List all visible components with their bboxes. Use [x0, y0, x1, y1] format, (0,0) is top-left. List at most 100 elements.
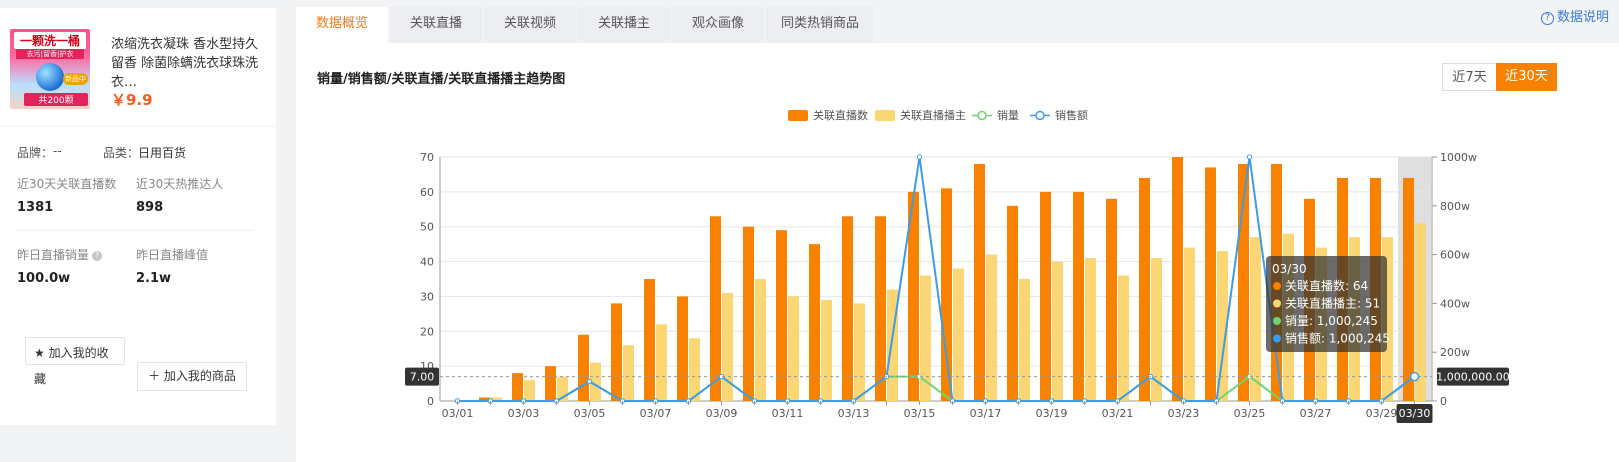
- crosshair-left-label: 7.00: [410, 371, 435, 384]
- tab-related-video[interactable]: 关联视频: [484, 7, 576, 43]
- y-right-tick-label: 200w: [1440, 346, 1470, 359]
- tooltip-dot: [1273, 282, 1281, 290]
- x-tick-label: 03/17: [970, 407, 1002, 420]
- x-crosshair-label: 03/30: [1399, 407, 1431, 420]
- y-left-tick-label: 0: [427, 395, 434, 408]
- legend-swatch: [788, 110, 808, 121]
- point-revenue: [487, 398, 494, 404]
- crosshair-right-label: 1,000,000.00: [1436, 371, 1509, 384]
- product-title[interactable]: 浓缩洗衣凝珠 香水型持久留香 除菌除螨洗衣球珠洗衣…: [111, 35, 267, 92]
- yesterday-sales-label: 昨日直播销量?: [17, 246, 103, 263]
- legend-label: 销量: [997, 108, 1019, 122]
- add-to-my-goods-button[interactable]: ＋ 加入我的商品: [137, 362, 247, 391]
- tooltip-row: 销量: 1,000,245: [1285, 314, 1378, 328]
- bar-live-anchor: [1217, 251, 1228, 401]
- point-sales: [784, 398, 791, 404]
- point-sales: [1213, 398, 1220, 404]
- point-sales: [1015, 398, 1022, 404]
- x-tick-label: 03/15: [904, 407, 936, 420]
- bar-live-anchor: [623, 345, 634, 401]
- point-sales: [1345, 398, 1352, 404]
- x-tick-label: 03/03: [508, 407, 540, 420]
- point-revenue: [883, 373, 890, 380]
- tab-overview[interactable]: 数据概览: [296, 7, 388, 43]
- point-sales: [751, 398, 758, 404]
- x-tick-label: 03/29: [1366, 407, 1398, 420]
- tooltip-dot: [1273, 334, 1281, 343]
- live-count-label: 近30天关联直播数: [17, 177, 117, 191]
- point-sales: [586, 378, 593, 385]
- y-left-tick-label: 50: [420, 221, 434, 234]
- tooltip-box: [1266, 256, 1387, 352]
- x-tick-label: 03/27: [1300, 407, 1332, 420]
- point-sales: [1081, 398, 1088, 404]
- legend-label: 销售额: [1055, 108, 1088, 122]
- point-revenue: [751, 398, 758, 404]
- point-revenue: [1081, 398, 1088, 404]
- point-sales: [916, 373, 923, 380]
- bar-live-anchor: [524, 380, 535, 401]
- tab-similar-hot-goods[interactable]: 同类热销商品: [766, 7, 874, 43]
- x-tick-label: 03/23: [1168, 407, 1200, 420]
- thumb-text-bottom: 共200颗: [24, 93, 88, 106]
- point-revenue: [949, 398, 956, 404]
- bar-live-count: [611, 303, 622, 401]
- product-sidebar: 一颗洗一桶 去污|留香|护衣 新品中 共200颗 浓缩洗衣凝珠 香水型持久留香 …: [0, 0, 276, 462]
- bar-live-count: [776, 230, 787, 401]
- bar-live-anchor: [1052, 261, 1063, 401]
- point-sales: [1048, 398, 1055, 404]
- product-image[interactable]: 一颗洗一桶 去污|留香|护衣 新品中 共200颗: [10, 29, 90, 109]
- bar-live-anchor: [1382, 237, 1393, 401]
- bar-live-anchor: [722, 292, 733, 401]
- fav-label-wrap: 藏: [34, 372, 47, 386]
- bar-live-anchor: [1349, 237, 1360, 401]
- point-sales: [619, 398, 626, 404]
- tab-related-anchor[interactable]: 关联播主: [578, 7, 670, 43]
- info-icon[interactable]: ?: [92, 251, 103, 261]
- brand-label: 品牌：: [17, 146, 54, 160]
- bar-live-count: [1106, 198, 1117, 401]
- product-stats: 品牌： -- 品类： 日用百货 近30天关联直播数 1381 近30天热推达人 …: [0, 127, 276, 338]
- bar-live-count: [479, 397, 490, 401]
- bar-live-anchor: [821, 299, 832, 401]
- y-left-tick-label: 10: [420, 360, 434, 373]
- crosshair-right-label-bg: [1437, 367, 1509, 386]
- bar-live-anchor: [1415, 223, 1426, 401]
- bar-live-count: [1172, 157, 1183, 401]
- bar-live-count: [1238, 163, 1249, 401]
- bar-live-count: [1007, 205, 1018, 401]
- point-revenue: [850, 398, 857, 404]
- bar-live-anchor: [1118, 275, 1129, 401]
- bar-live-count: [1073, 191, 1084, 401]
- tab-related-live[interactable]: 关联直播: [390, 7, 482, 43]
- point-sales: [850, 398, 857, 404]
- bar-live-count: [578, 334, 589, 401]
- range-30-days-button[interactable]: 近30天: [1496, 63, 1557, 91]
- bar-live-count: [1271, 163, 1282, 401]
- tab-audience-profile[interactable]: 观众画像: [672, 7, 764, 43]
- tooltip-dot: [1273, 317, 1281, 325]
- tooltip-row: 关联直播数: 64: [1285, 278, 1368, 293]
- bar-live-anchor: [755, 279, 766, 401]
- thumb-badge: 新品中: [63, 73, 88, 85]
- help-icon: ?: [1540, 12, 1554, 25]
- range-7-days-button[interactable]: 近7天: [1442, 63, 1496, 91]
- line-sales: [457, 375, 1416, 402]
- y-left-tick-label: 20: [420, 325, 434, 338]
- tooltip-row: 销售额: 1,000,245: [1285, 331, 1390, 346]
- category-value: 日用百货: [138, 146, 187, 160]
- y-left-tick-label: 60: [420, 186, 434, 199]
- fav-label: ★ 加入我的收: [34, 346, 109, 360]
- point-sales: [817, 398, 824, 404]
- bar-live-count: [1139, 177, 1150, 401]
- bar-live-anchor: [1184, 247, 1195, 401]
- add-to-favorites-button[interactable]: ★ 加入我的收 藏: [25, 337, 125, 386]
- data-help-link[interactable]: ? 数据说明: [1540, 6, 1609, 25]
- point-revenue: [982, 398, 989, 404]
- point-sales: [883, 373, 890, 380]
- point-revenue: [1246, 154, 1253, 160]
- point-revenue: [586, 378, 593, 385]
- yesterday-sales-value: 100.0w: [17, 271, 71, 286]
- point-sales: [1246, 373, 1253, 380]
- point-revenue: [1114, 398, 1121, 404]
